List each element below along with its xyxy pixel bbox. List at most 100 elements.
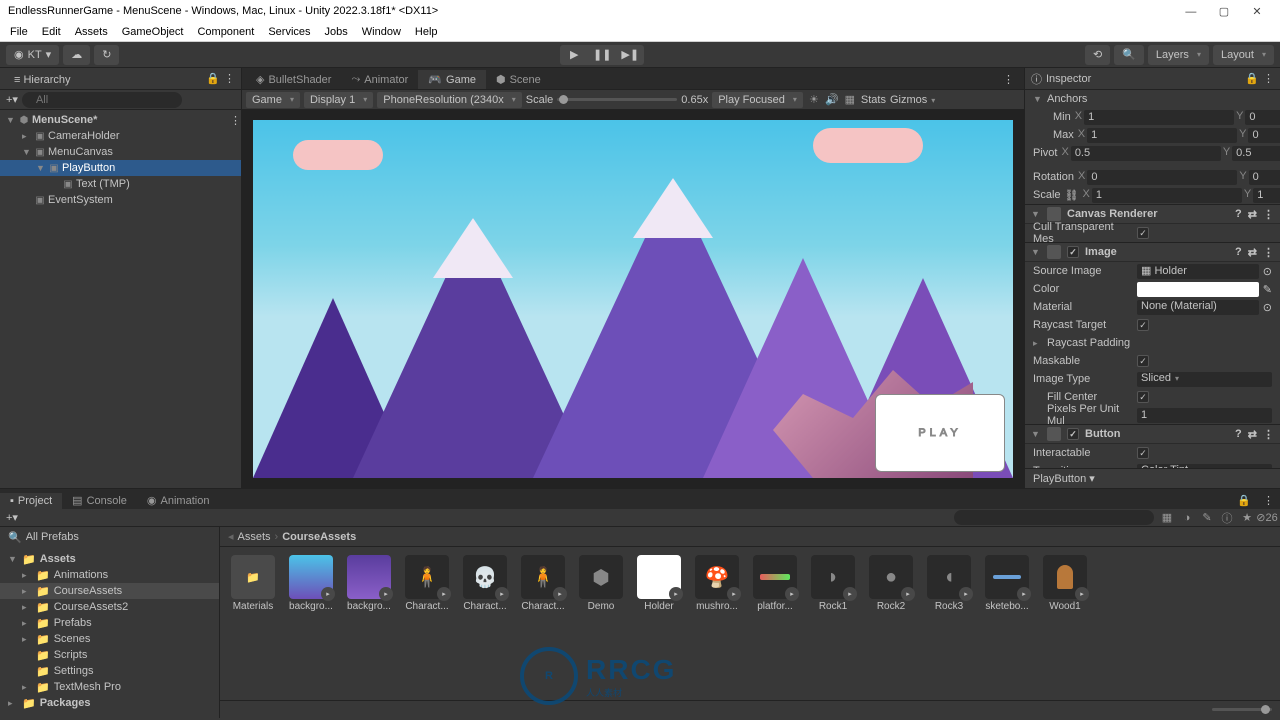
scene-row[interactable]: ▼⬢MenuScene*⋮ [0,112,241,128]
close-button[interactable]: ✕ [1242,5,1272,18]
account-dropdown[interactable]: ◉ KT ▾ [6,45,59,65]
breadcrumb-assets[interactable]: Assets [238,531,271,543]
ui-play-button[interactable]: PLAY [875,394,1005,472]
footer-object-dropdown[interactable]: PlayButton ▾ [1033,472,1095,485]
asset-holder[interactable]: ▸Holder [634,555,684,612]
maskable-checkbox[interactable]: ✓ [1137,355,1149,367]
asset-rock3[interactable]: ◖▸Rock3 [924,555,974,612]
asset-rock2[interactable]: ●▸Rock2 [866,555,916,612]
thumbnail-size-slider[interactable] [1212,708,1272,711]
eyedropper-icon[interactable]: ✎ [1263,283,1272,296]
tab-animation[interactable]: ◉Animation [137,492,220,509]
button-component[interactable]: ▼✓Button?⇄⋮ [1025,424,1280,444]
tree-item-eventsystem[interactable]: ▣EventSystem [0,192,241,208]
image-type-dropdown[interactable]: Sliced [1137,372,1272,387]
ppu-input[interactable] [1137,408,1272,423]
folder-prefabs[interactable]: ▸📁Prefabs [0,615,219,631]
breadcrumb-courseassets[interactable]: CourseAssets [282,531,356,543]
folder-scenes[interactable]: ▸📁Scenes [0,631,219,647]
menu-icon[interactable]: ⋮ [1263,208,1274,221]
vsync-icon[interactable]: ▦ [843,93,857,107]
folder-scripts[interactable]: 📁Scripts [0,647,219,663]
folder-courseassets2[interactable]: ▸📁CourseAssets2 [0,599,219,615]
hidden-icon[interactable]: ⊘26 [1260,511,1274,525]
image-component[interactable]: ▼✓Image?⇄⋮ [1025,242,1280,262]
tab-animator[interactable]: ⤳Animator [341,70,418,89]
preset-icon[interactable]: ⇄ [1248,246,1257,259]
interactable-checkbox[interactable]: ✓ [1137,447,1149,459]
preset-icon[interactable]: ⇄ [1248,208,1257,221]
menu-jobs[interactable]: Jobs [319,24,354,40]
lock-icon[interactable]: 🔒 [1245,72,1259,85]
help-icon[interactable]: ? [1235,246,1242,258]
minimize-button[interactable]: — [1176,6,1206,18]
anchor-max-x-input[interactable] [1087,128,1237,143]
search-row[interactable]: 🔍All Prefabs [0,529,219,545]
button-enabled-checkbox[interactable]: ✓ [1067,428,1079,440]
image-enabled-checkbox[interactable]: ✓ [1067,246,1079,258]
cloud-button[interactable]: ☁ [63,45,90,65]
assets-folder[interactable]: ▼📁Assets [0,551,219,567]
lock-icon[interactable]: 🔒 [206,72,220,85]
add-button[interactable]: +▾ [6,93,18,106]
raycast-target-checkbox[interactable]: ✓ [1137,319,1149,331]
asset-mushroom[interactable]: 🍄▸mushro... [692,555,742,612]
maximize-button[interactable]: ▢ [1209,5,1239,18]
scale-slider[interactable] [557,98,677,101]
folder-settings[interactable]: 📁Settings [0,663,219,679]
menu-window[interactable]: Window [356,24,407,40]
picker-icon[interactable]: ⊙ [1263,265,1272,278]
pause-button[interactable]: ❚❚ [588,45,616,65]
menu-icon[interactable]: ⋮ [1263,246,1274,259]
folder-courseassets[interactable]: ▸📁CourseAssets [0,583,219,599]
layout-dropdown[interactable]: Layout [1213,45,1274,65]
menu-icon[interactable]: ⋮ [997,70,1020,89]
folder-animations[interactable]: ▸📁Animations [0,567,219,583]
color-swatch[interactable] [1137,282,1259,297]
audio-icon[interactable]: 🔊 [825,93,839,107]
type-filter-icon[interactable]: ◑ [1180,511,1194,525]
menu-icon[interactable]: ⋮ [224,72,235,85]
project-search-input[interactable] [954,510,1154,525]
asset-wood1[interactable]: ▸Wood1 [1040,555,1090,612]
menu-gameobject[interactable]: GameObject [116,24,190,40]
hierarchy-search-input[interactable] [22,92,182,108]
asset-skateboard[interactable]: ▸sketebo... [982,555,1032,612]
asset-materials[interactable]: 📁Materials [228,555,278,612]
anchor-min-x-input[interactable] [1084,110,1234,125]
folder-textmeshpro[interactable]: ▸📁TextMesh Pro [0,679,219,695]
asset-character2[interactable]: 💀▸Charact... [460,555,510,612]
help-icon[interactable]: ? [1235,208,1242,220]
add-button[interactable]: +▾ [6,511,18,524]
anchor-min-y-input[interactable] [1245,110,1280,125]
stats-button[interactable]: Stats [861,94,886,106]
filter-icon[interactable]: ▦ [1160,511,1174,525]
menu-help[interactable]: Help [409,24,444,40]
tree-item-text-tmp[interactable]: ▣Text (TMP) [0,176,241,192]
menu-file[interactable]: File [4,24,34,40]
tree-item-playbutton[interactable]: ▼▣PlayButton [0,160,241,176]
fill-center-checkbox[interactable]: ✓ [1137,391,1149,403]
rotation-y-input[interactable] [1249,170,1280,185]
pivot-x-input[interactable] [1071,146,1221,161]
asset-background2[interactable]: ▸backgro... [344,555,394,612]
asset-background1[interactable]: ▸backgro... [286,555,336,612]
source-image-field[interactable]: ▦ Holder [1137,264,1259,279]
undo-history-button[interactable]: ⟲ [1085,45,1110,65]
hierarchy-tab[interactable]: ≡ Hierarchy [6,70,79,88]
tab-scene[interactable]: ⬢Scene [486,70,551,89]
asset-demo[interactable]: ⬢Demo [576,555,626,612]
menu-icon[interactable]: ⋮ [1257,492,1280,509]
material-field[interactable]: None (Material) [1137,300,1259,315]
asset-character1[interactable]: 🧍▸Charact... [402,555,452,612]
picker-icon[interactable]: ⊙ [1263,301,1272,314]
tree-item-cameraholder[interactable]: ▸▣CameraHolder [0,128,241,144]
tab-console[interactable]: ▤Console [62,492,137,509]
preset-icon[interactable]: ⇄ [1248,428,1257,441]
tree-item-menucanvas[interactable]: ▼▣MenuCanvas [0,144,241,160]
menu-component[interactable]: Component [191,24,260,40]
label-filter-icon[interactable]: ✎ [1200,511,1214,525]
menu-assets[interactable]: Assets [69,24,114,40]
scale-y-input[interactable] [1253,188,1280,203]
game-mode-dropdown[interactable]: Game [246,92,300,108]
